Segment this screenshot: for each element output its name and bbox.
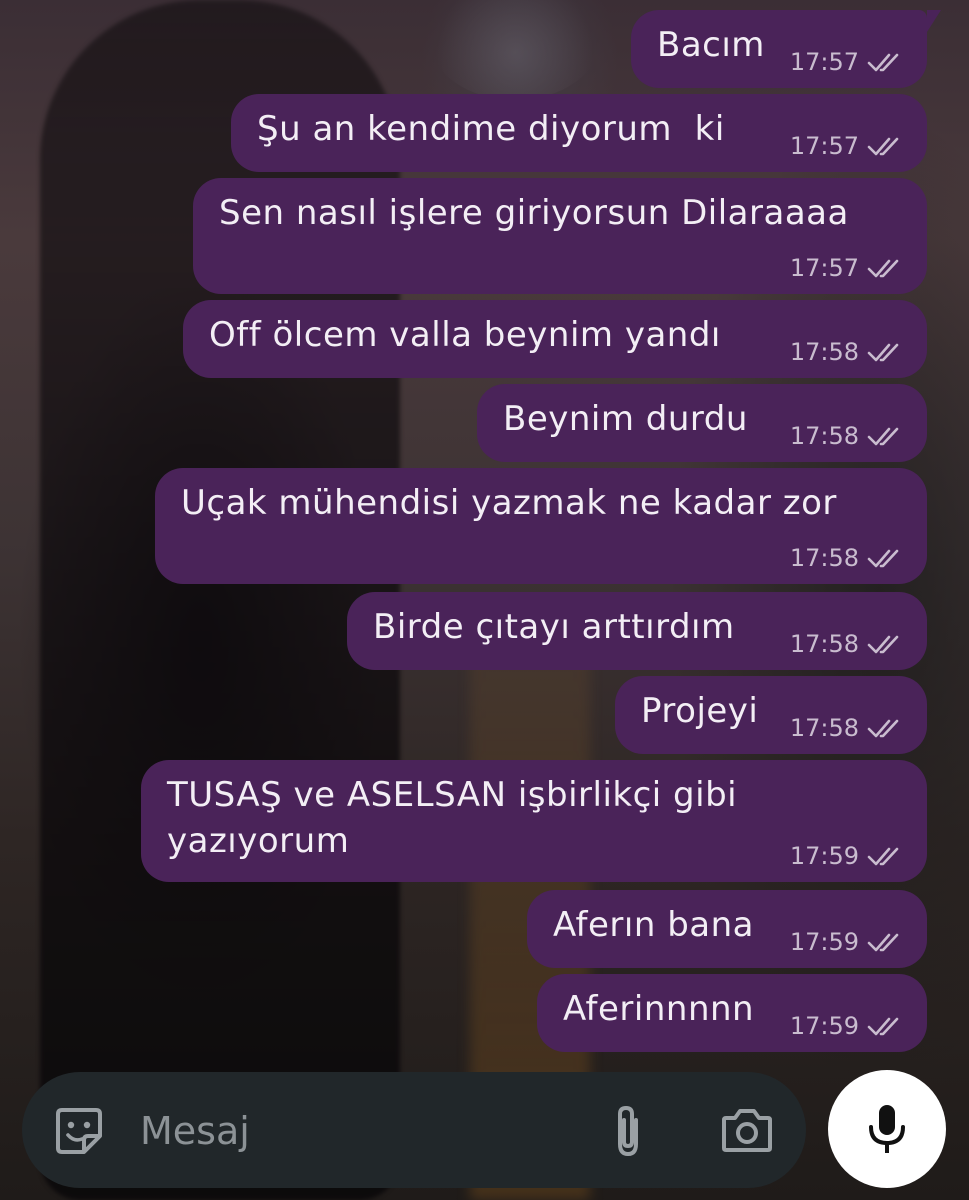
- message-time: 17:58: [789, 630, 859, 658]
- message-time: 17:57: [789, 132, 859, 160]
- paperclip-icon[interactable]: [608, 1102, 648, 1160]
- message-bubble[interactable]: TUSAŞ ve ASELSAN işbirlikçi gibi yazıyor…: [141, 760, 927, 882]
- message-time: 17:57: [789, 48, 859, 76]
- double-check-icon: [867, 259, 899, 278]
- sticker-emoji-icon[interactable]: [52, 1104, 106, 1158]
- message-time: 17:58: [789, 714, 859, 742]
- double-check-icon: [867, 343, 899, 362]
- message-meta: 17:57: [790, 48, 907, 76]
- double-check-icon: [867, 1017, 899, 1036]
- message-bubble[interactable]: Off ölcem valla beynim yandı 17:58: [183, 300, 927, 378]
- double-check-icon: [867, 933, 899, 952]
- double-check-icon: [867, 53, 899, 72]
- message-time: 17:57: [789, 254, 859, 282]
- message-composer: [22, 1072, 806, 1188]
- message-meta: 17:59: [790, 842, 907, 870]
- message-bubble[interactable]: Aferinnnnn 17:59: [537, 974, 927, 1052]
- camera-icon[interactable]: [720, 1106, 774, 1154]
- message-meta: 17:58: [790, 338, 907, 366]
- message-bubble[interactable]: Aferın bana 17:59: [527, 890, 927, 968]
- message-bubble[interactable]: Bacım 17:57: [631, 10, 941, 88]
- message-bubble[interactable]: Uçak mühendisi yazmak ne kadar zor 17:58: [155, 468, 927, 584]
- message-meta: 17:58: [790, 544, 907, 572]
- double-check-icon: [867, 847, 899, 866]
- bubble-tail-icon: [917, 10, 941, 32]
- message-time: 17:59: [789, 928, 859, 956]
- message-text: Uçak mühendisi yazmak ne kadar zor: [181, 483, 837, 523]
- message-time: 17:59: [789, 842, 859, 870]
- double-check-icon: [867, 549, 899, 568]
- double-check-icon: [867, 427, 899, 446]
- message-meta: 17:57: [790, 254, 907, 282]
- message-list[interactable]: Bacım 17:57 Şu an kendime diyorum ki 17:…: [0, 0, 969, 1060]
- message-bubble[interactable]: Beynim durdu 17:58: [477, 384, 927, 462]
- double-check-icon: [867, 137, 899, 156]
- chat-screen: Bacım 17:57 Şu an kendime diyorum ki 17:…: [0, 0, 969, 1200]
- microphone-button[interactable]: [828, 1070, 946, 1188]
- message-time: 17:59: [789, 1012, 859, 1040]
- message-bubble[interactable]: Sen nasıl işlere giriyorsun Dilaraaaa 17…: [193, 178, 927, 294]
- message-bubble[interactable]: Projeyi 17:58: [615, 676, 927, 754]
- message-time: 17:58: [789, 338, 859, 366]
- message-time: 17:58: [789, 544, 859, 572]
- message-meta: 17:58: [790, 422, 907, 450]
- message-meta: 17:58: [790, 630, 907, 658]
- message-meta: 17:59: [790, 928, 907, 956]
- double-check-icon: [867, 635, 899, 654]
- double-check-icon: [867, 719, 899, 738]
- microphone-icon: [869, 1105, 905, 1153]
- message-bubble[interactable]: Şu an kendime diyorum ki 17:57: [231, 94, 927, 172]
- message-time: 17:58: [789, 422, 859, 450]
- message-bubble[interactable]: Birde çıtayı arttırdım 17:58: [347, 592, 927, 670]
- message-meta: 17:59: [790, 1012, 907, 1040]
- message-text: Sen nasıl işlere giriyorsun Dilaraaaa: [219, 193, 849, 233]
- message-input[interactable]: [138, 1100, 582, 1162]
- message-meta: 17:58: [790, 714, 907, 742]
- message-meta: 17:57: [790, 132, 907, 160]
